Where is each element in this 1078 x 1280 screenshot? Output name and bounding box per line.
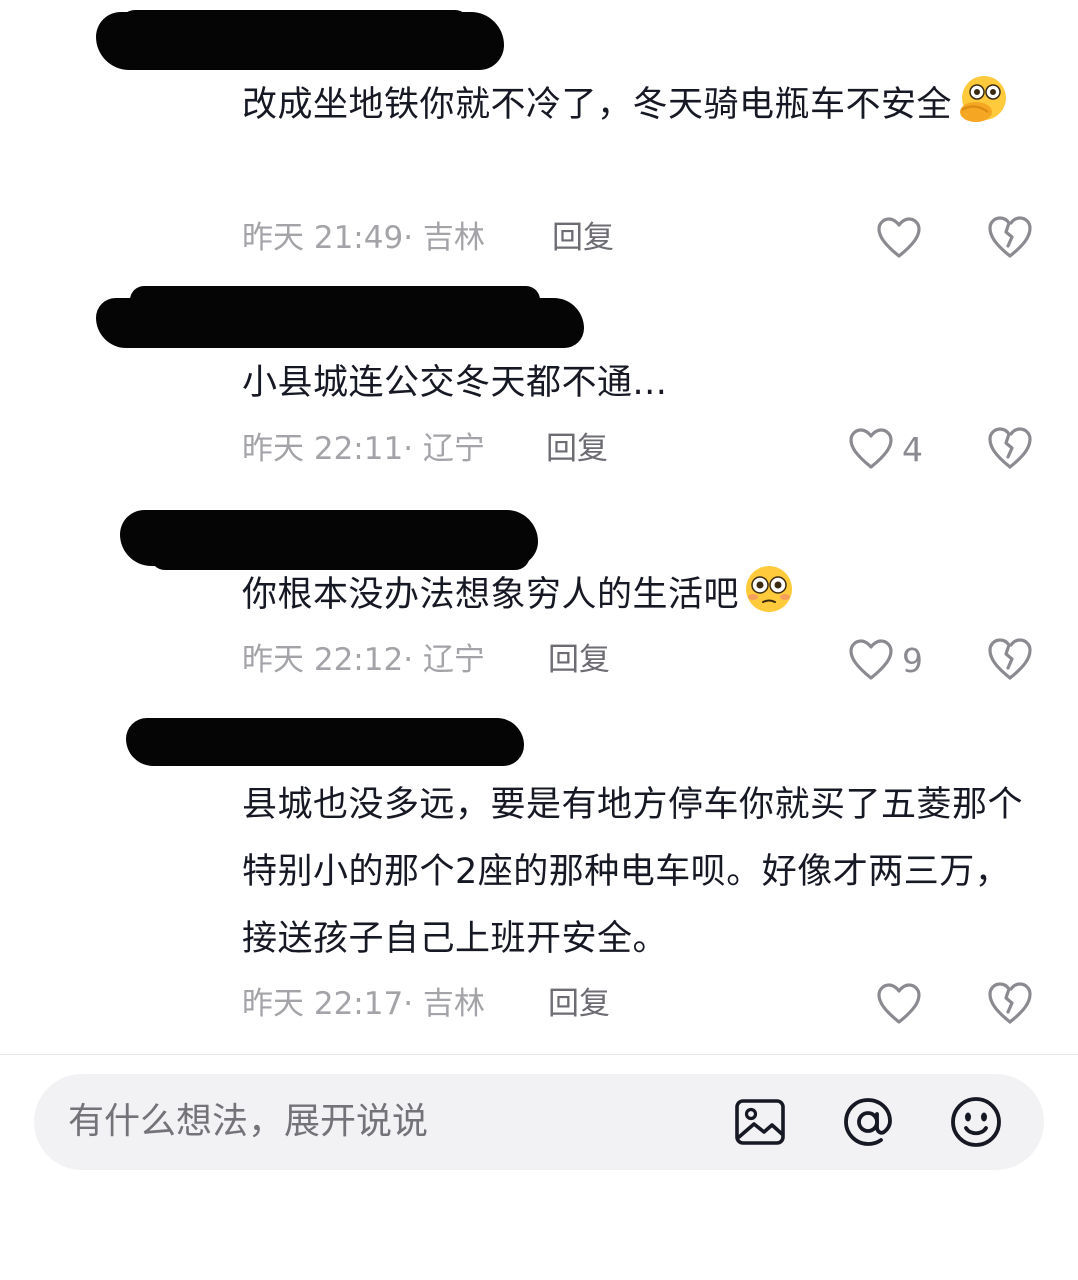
comment-input-bar: 有什么想法，展开说说 xyxy=(34,1074,1044,1170)
heart-outline-icon xyxy=(849,428,893,469)
reply-button[interactable]: 回复 xyxy=(548,638,610,682)
comment-location: · 吉林 xyxy=(403,986,485,1022)
comment-meta: 昨天 22:17· 吉林 xyxy=(242,982,485,1026)
divider xyxy=(0,1054,1078,1055)
comment-location: · 吉林 xyxy=(403,220,485,256)
reply-button[interactable]: 回复 xyxy=(548,982,610,1026)
comment-location: · 辽宁 xyxy=(403,642,485,678)
heart-outline-icon xyxy=(849,639,893,680)
comment-time: 昨天 21:49 xyxy=(242,220,404,256)
comment-time: 昨天 22:12 xyxy=(242,642,404,678)
flushed-face-emoji xyxy=(746,566,793,612)
comment-text: 改成坐地铁你就不冷了，冬天骑电瓶车不安全 xyxy=(242,72,1042,139)
heart-outline-icon xyxy=(877,217,921,258)
comment-text: 你根本没办法想象穷人的生活吧 xyxy=(242,562,1042,629)
comment-meta: 昨天 21:49· 吉林 xyxy=(242,216,485,260)
broken-heart-icon[interactable] xyxy=(986,213,1034,261)
heart-outline-icon xyxy=(877,983,921,1024)
like-button[interactable] xyxy=(876,214,930,262)
smiley-icon[interactable] xyxy=(948,1094,1004,1150)
comment-time: 昨天 22:17 xyxy=(242,986,404,1022)
redacted-username xyxy=(130,286,540,314)
broken-heart-icon[interactable] xyxy=(986,424,1034,472)
redacted-username xyxy=(120,10,470,40)
comment-location: · 辽宁 xyxy=(403,431,485,467)
like-count: 9 xyxy=(902,640,923,680)
redacted-username xyxy=(168,736,498,766)
broken-heart-icon[interactable] xyxy=(986,979,1034,1027)
like-button[interactable]: 9 xyxy=(848,636,923,684)
comment-text: 小县城连公交冬天都不通... xyxy=(242,363,668,403)
reply-button[interactable]: 回复 xyxy=(552,216,614,260)
comment-time: 昨天 22:11 xyxy=(242,431,404,467)
at-sign-icon[interactable] xyxy=(840,1094,896,1150)
comment-meta: 昨天 22:11· 辽宁 xyxy=(242,427,485,471)
image-icon[interactable] xyxy=(732,1094,788,1150)
comment-input[interactable]: 有什么想法，展开说说 xyxy=(68,1074,428,1170)
like-button[interactable]: 4 xyxy=(848,425,923,473)
comment-meta: 昨天 22:12· 辽宁 xyxy=(242,638,485,682)
hand-over-mouth-emoji xyxy=(960,76,1007,122)
reply-button[interactable]: 回复 xyxy=(546,427,608,471)
like-count: 4 xyxy=(902,429,923,469)
comment-section: 改成坐地铁你就不冷了，冬天骑电瓶车不安全 昨天 21:49· 吉林 回复 小县城… xyxy=(0,0,1078,1280)
like-button[interactable] xyxy=(876,980,930,1028)
broken-heart-icon[interactable] xyxy=(986,635,1034,683)
comment-text: 县城也没多远，要是有地方停车你就买了五菱那个特别小的那个2座的那种电车呗。好像才… xyxy=(242,785,1024,959)
